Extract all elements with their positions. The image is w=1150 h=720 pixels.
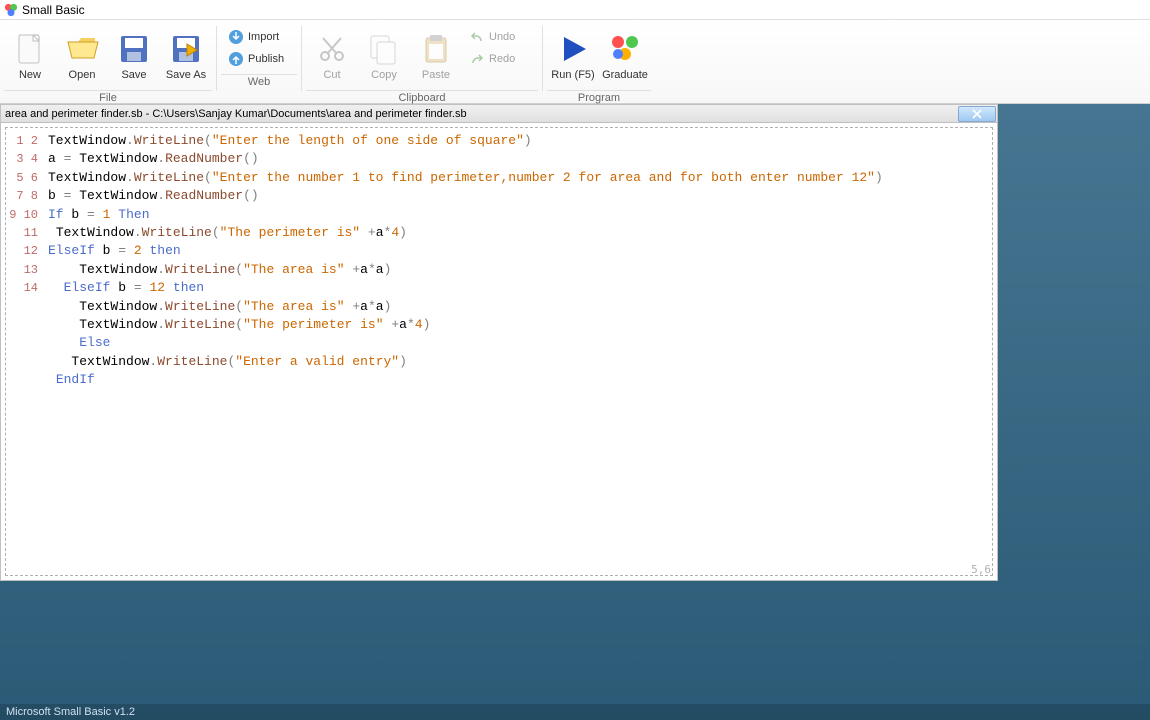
scissors-icon [314,31,350,67]
new-button[interactable]: New [4,22,56,90]
clipboard-icon [418,31,454,67]
copy-button[interactable]: Copy [358,22,410,90]
graduate-label: Graduate [602,69,648,81]
paste-label: Paste [422,69,450,81]
new-document-icon [12,31,48,67]
graduate-icon [607,31,643,67]
import-button[interactable]: Import [223,26,295,48]
ribbon-group-program: Run (F5) Graduate Program [547,22,651,103]
publish-icon [228,51,244,67]
new-label: New [19,69,41,81]
status-version: Microsoft Small Basic v1.2 [6,706,135,718]
run-label: Run (F5) [551,69,594,81]
ribbon-separator [216,26,217,91]
saveas-icon [168,31,204,67]
play-icon [555,31,591,67]
ribbon-group-web: Import Publish Web [221,22,297,103]
group-label-web: Web [221,74,297,88]
ribbon-separator [542,26,543,91]
import-label: Import [248,31,279,43]
cut-label: Cut [323,69,340,81]
import-icon [228,29,244,45]
code-editor[interactable]: 1 2 3 4 5 6 7 8 9 10 11 12 13 14 TextWin… [0,122,998,581]
open-button[interactable]: Open [56,22,108,90]
publish-label: Publish [248,53,284,65]
line-number-gutter: 1 2 3 4 5 6 7 8 9 10 11 12 13 14 [6,128,44,575]
group-label-program: Program [547,90,651,104]
saveas-button[interactable]: Save As [160,22,212,90]
saveas-label: Save As [166,69,206,81]
redo-button[interactable]: Redo [464,48,536,70]
cursor-position: 5,6 [971,563,991,576]
ribbon-group-file: New Open Save Save As File [4,22,212,103]
copy-label: Copy [371,69,397,81]
undo-icon [469,29,485,45]
open-label: Open [69,69,96,81]
undo-label: Undo [489,31,515,43]
cut-button[interactable]: Cut [306,22,358,90]
undo-button[interactable]: Undo [464,26,536,48]
app-icon [4,3,18,17]
document-title: area and perimeter finder.sb - C:\Users\… [5,108,467,120]
save-label: Save [121,69,146,81]
save-button[interactable]: Save [108,22,160,90]
close-icon [972,109,982,119]
ribbon-group-clipboard: Cut Copy Paste Undo [306,22,538,103]
publish-button[interactable]: Publish [223,48,295,70]
app-title: Small Basic [22,3,85,17]
save-icon [116,31,152,67]
folder-open-icon [64,31,100,67]
paste-button[interactable]: Paste [410,22,462,90]
run-button[interactable]: Run (F5) [547,22,599,90]
status-bar: Microsoft Small Basic v1.2 [0,704,1150,720]
copy-icon [366,31,402,67]
document-close-button[interactable] [958,106,996,122]
redo-icon [469,51,485,67]
ribbon-toolbar: New Open Save Save As File [0,20,1150,104]
ribbon-separator [301,26,302,91]
group-label-clipboard: Clipboard [306,90,538,104]
document-tab[interactable]: area and perimeter finder.sb - C:\Users\… [0,104,998,122]
code-area[interactable]: TextWindow.WriteLine("Enter the length o… [44,128,992,575]
redo-label: Redo [489,53,515,65]
title-bar: Small Basic [0,0,1150,20]
group-label-file: File [4,90,212,104]
graduate-button[interactable]: Graduate [599,22,651,90]
